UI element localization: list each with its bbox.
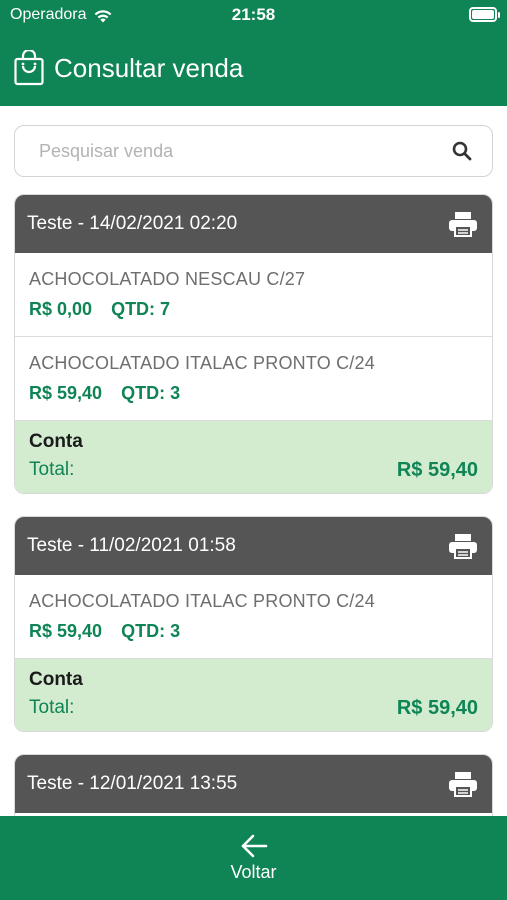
- account-label: Conta: [29, 669, 83, 690]
- status-bar: Operadora 21:58: [0, 0, 507, 30]
- sale-header: Teste - 11/02/2021 01:58: [15, 517, 492, 575]
- back-button[interactable]: Voltar: [0, 816, 507, 900]
- item-quantity: QTD: 3: [121, 621, 181, 641]
- item-name: ACHOCOLATADO ITALAC PRONTO C/24: [29, 591, 375, 611]
- clock: 21:58: [231, 5, 276, 24]
- item-quantity: QTD: 7: [111, 299, 171, 319]
- item-price: R$ 0,00: [29, 299, 93, 319]
- item-quantity: QTD: 3: [121, 383, 181, 403]
- sale-card: Teste - 11/02/2021 01:58 ACHOCOLATADO IT…: [14, 516, 493, 732]
- total-value: R$ 59,40: [396, 697, 478, 719]
- account-label: Conta: [29, 431, 83, 452]
- item-name: ACHOCOLATADO ITALAC PRONTO C/24: [29, 353, 375, 373]
- item-meta: R$ 59,40 QTD: 3: [29, 383, 478, 404]
- sales-list-container[interactable]: Pesquisar venda Teste - 14/02/2021 02:20…: [0, 106, 507, 816]
- list-item: ACHOCOLATADO ITALAC PRONTO C/24 R$ 59,40…: [15, 337, 492, 421]
- sale-total-section: Conta Total: R$ 59,40: [15, 659, 492, 731]
- sale-header: Teste - 14/02/2021 02:20: [15, 195, 492, 253]
- item-price: R$ 59,40: [29, 383, 103, 403]
- back-label: Voltar: [230, 862, 277, 882]
- total-label: Total:: [29, 697, 75, 718]
- sale-title: Teste - 11/02/2021 01:58: [27, 535, 236, 556]
- sale-total-section: Conta Total: R$ 59,40: [15, 421, 492, 493]
- total-value: R$ 59,40: [396, 459, 478, 481]
- nav-bar: Consultar venda: [0, 30, 507, 106]
- page-title: Consultar venda: [54, 52, 244, 83]
- sale-header: Teste - 12/01/2021 13:55: [15, 755, 492, 813]
- battery-icon: [469, 7, 500, 22]
- total-row: Total: R$ 59,40: [29, 697, 478, 720]
- search-placeholder: Pesquisar venda: [39, 140, 174, 161]
- total-row: Total: R$ 59,40: [29, 459, 478, 482]
- total-label: Total:: [29, 459, 75, 480]
- sale-title: Teste - 12/01/2021 13:55: [27, 773, 238, 794]
- item-name: ACHOCOLATADO NESCAU C/27: [29, 269, 306, 289]
- printer-icon[interactable]: [448, 211, 478, 237]
- search-icon[interactable]: [452, 141, 472, 161]
- item-meta: R$ 59,40 QTD: 3: [29, 621, 478, 642]
- item-price: R$ 59,40: [29, 621, 103, 641]
- printer-icon[interactable]: [448, 771, 478, 797]
- list-item: ACHOCOLATADO ITALAC PRONTO C/24 R$ 59,40…: [15, 575, 492, 659]
- arrow-left-icon: [241, 834, 267, 858]
- search-input[interactable]: Pesquisar venda: [14, 125, 493, 177]
- printer-icon[interactable]: [448, 533, 478, 559]
- list-item: ACHOCOLATADO NESCAU C/27 R$ 0,00 QTD: 7: [15, 253, 492, 337]
- item-meta: R$ 0,00 QTD: 7: [29, 299, 478, 320]
- shopping-bag-icon: [14, 50, 44, 86]
- sale-card: Teste - 14/02/2021 02:20 ACHOCOLATADO NE…: [14, 194, 493, 494]
- sale-title: Teste - 14/02/2021 02:20: [27, 213, 238, 234]
- sale-card: Teste - 12/01/2021 13:55: [14, 754, 493, 816]
